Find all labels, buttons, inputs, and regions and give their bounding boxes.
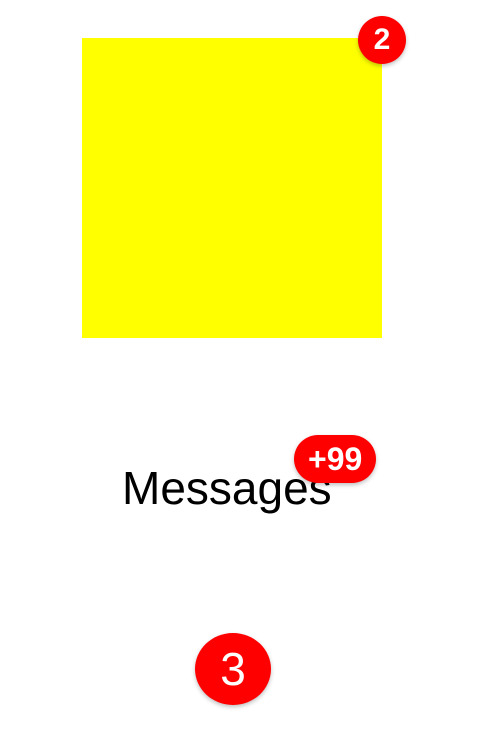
standalone-count-badge: 3	[195, 633, 271, 705]
yellow-square	[82, 38, 382, 338]
square-count-badge: 2	[358, 16, 406, 64]
messages-item[interactable]: Messages	[0, 458, 479, 518]
yellow-square-card: 2	[82, 16, 406, 338]
messages-count-badge: +99	[294, 435, 377, 483]
